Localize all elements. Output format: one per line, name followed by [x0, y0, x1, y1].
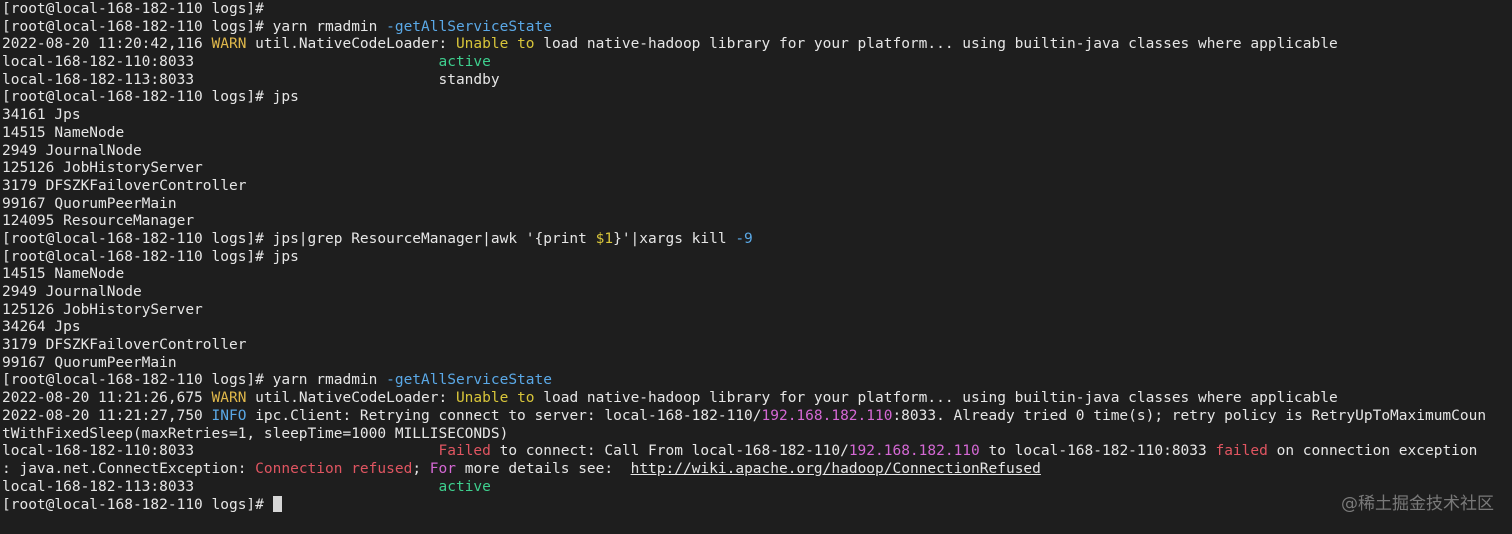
terminal-text: [root@local-168-182-110 logs]# — [2, 497, 273, 514]
terminal-text: $1 — [595, 230, 614, 247]
terminal-text: 124095 ResourceManager — [2, 213, 195, 230]
terminal-text: 125126 JobHistoryServer — [2, 160, 203, 177]
terminal-output: [root@local-168-182-110 logs]# [root@loca… — [2, 1, 1512, 514]
terminal-cursor[interactable] — [272, 496, 282, 513]
terminal-text: load native-hadoop library for your plat… — [534, 390, 1338, 407]
terminal-text: -getAllServiceState — [386, 372, 552, 389]
terminal-line: [root@local-168-182-110 logs]# jps|grep … — [2, 231, 1512, 249]
terminal-line: 34161 Jps — [2, 107, 1512, 125]
terminal-line: local-168-182-110:8033 active — [2, 54, 1512, 72]
terminal-text: Failed — [438, 443, 491, 460]
terminal-text: local-168-182-110:8033 — [2, 54, 439, 71]
terminal-text: 34264 Jps — [2, 319, 81, 336]
terminal-text: [root@local-168-182-110 logs]# — [2, 1, 264, 17]
terminal-line: 99167 QuorumPeerMain — [2, 355, 1512, 373]
terminal-text: 2022-08-20 11:20:42,116 — [2, 36, 212, 53]
terminal-text: Unable — [455, 36, 509, 53]
terminal-text: 14515 NameNode — [2, 124, 125, 141]
terminal-line: 3179 DFSZKFailoverController — [2, 178, 1512, 196]
terminal-line: local-168-182-113:8033 active — [2, 479, 1512, 497]
terminal-line: 34264 Jps — [2, 319, 1512, 337]
terminal-text: failed — [1215, 443, 1268, 460]
terminal-line: [root@local-168-182-110 logs]# — [2, 1, 1512, 19]
terminal-text: 2949 JournalNode — [2, 142, 142, 159]
terminal-text: [root@local-168-182-110 logs]# jps — [2, 248, 299, 265]
terminal-text: to — [517, 36, 535, 53]
terminal-line: 14515 NameNode — [2, 266, 1512, 284]
terminal-line: 99167 QuorumPeerMain — [2, 196, 1512, 214]
terminal-text: -9 — [735, 230, 753, 247]
watermark: @稀土掘金技术社区 — [1341, 494, 1494, 515]
terminal-text: tWithFixedSleep(maxRetries=1, sleepTime=… — [2, 425, 509, 442]
terminal-line: 14515 NameNode — [2, 125, 1512, 143]
terminal-line: [root@local-168-182-110 logs]# jps — [2, 249, 1512, 267]
terminal-text: util.NativeCodeLoader: — [246, 390, 456, 407]
terminal-text: active — [438, 54, 491, 71]
terminal-text: 2022-08-20 11:21:27,750 — [2, 407, 212, 424]
terminal-text: WARN — [211, 390, 247, 407]
terminal-text: local-168-182-113:8033 — [2, 478, 439, 495]
terminal-line: 125126 JobHistoryServer — [2, 160, 1512, 178]
terminal-text: ; — [412, 460, 430, 477]
terminal-line: 124095 ResourceManager — [2, 213, 1512, 231]
terminal-text: 99167 QuorumPeerMain — [2, 354, 177, 371]
terminal-text: active — [438, 478, 491, 495]
terminal-text: WARN — [211, 36, 247, 53]
terminal-text: util.NativeCodeLoader: — [246, 36, 456, 53]
terminal-text: more details see: — [455, 460, 631, 477]
terminal-text: 192.168.182.110 — [848, 443, 980, 460]
terminal-text: INFO — [211, 407, 247, 424]
terminal-text: to local-168-182-110:8033 — [979, 443, 1216, 460]
terminal-text: local-168-182-113:8033 standby — [2, 71, 500, 88]
terminal-text: }'|xargs kill — [613, 230, 736, 247]
terminal-line: : java.net.ConnectException: Connection … — [2, 461, 1512, 479]
terminal-line: [root@local-168-182-110 logs]# yarn rmad… — [2, 372, 1512, 390]
terminal-text: : java.net.ConnectException: — [2, 460, 256, 477]
terminal-text: 34161 Jps — [2, 107, 81, 124]
terminal-text: to — [517, 390, 535, 407]
terminal-text: [root@local-168-182-110 logs]# jps|grep … — [2, 230, 596, 247]
terminal-line: [root@local-168-182-110 logs]# jps — [2, 89, 1512, 107]
terminal-line: 2022-08-20 11:21:27,750 INFO ipc.Client:… — [2, 408, 1512, 426]
terminal-text: Unable — [455, 390, 509, 407]
terminal-text: ipc.Client: Retrying connect to server: … — [246, 407, 762, 424]
terminal-text: :8033. Already tried 0 time(s); retry po… — [892, 407, 1487, 424]
terminal-text: 99167 QuorumPeerMain — [2, 195, 177, 212]
terminal-text: 14515 NameNode — [2, 266, 125, 283]
terminal-line: 125126 JobHistoryServer — [2, 302, 1512, 320]
terminal-text: 2949 JournalNode — [2, 284, 142, 300]
terminal-line: 2022-08-20 11:21:26,675 WARN util.Native… — [2, 390, 1512, 408]
terminal-window[interactable]: [root@local-168-182-110 logs]# [root@loca… — [0, 0, 1512, 534]
terminal-line: local-168-182-110:8033 Failed to connect… — [2, 443, 1512, 461]
terminal-text: [root@local-168-182-110 logs]# yarn rmad… — [2, 372, 387, 389]
terminal-text: 125126 JobHistoryServer — [2, 301, 203, 318]
terminal-text: 192.168.182.110 — [761, 407, 893, 424]
terminal-line: 2949 JournalNode — [2, 284, 1512, 302]
terminal-text: [root@local-168-182-110 logs]# yarn rmad… — [2, 18, 387, 35]
terminal-line: [root@local-168-182-110 logs]# yarn rmad… — [2, 19, 1512, 37]
terminal-text: 2022-08-20 11:21:26,675 — [2, 390, 212, 407]
terminal-text: For — [429, 460, 456, 477]
terminal-text: on connection exception — [1267, 443, 1478, 460]
terminal-text: 3179 DFSZKFailoverController — [2, 337, 247, 354]
terminal-text: local-168-182-110:8033 — [2, 443, 439, 460]
terminal-line: tWithFixedSleep(maxRetries=1, sleepTime=… — [2, 426, 1512, 444]
terminal-text: Connection refused — [255, 460, 413, 477]
terminal-text: -getAllServiceState — [386, 18, 552, 35]
terminal-text: [root@local-168-182-110 logs]# jps — [2, 89, 299, 106]
terminal-text: 3179 DFSZKFailoverController — [2, 177, 247, 194]
terminal-line: 2949 JournalNode — [2, 143, 1512, 161]
terminal-link[interactable]: http://wiki.apache.org/hadoop/Connection… — [631, 461, 1041, 477]
terminal-text: to connect: Call From local-168-182-110/ — [490, 443, 849, 460]
terminal-line: 2022-08-20 11:20:42,116 WARN util.Native… — [2, 36, 1512, 54]
terminal-line: [root@local-168-182-110 logs]# — [2, 496, 1512, 514]
terminal-line: 3179 DFSZKFailoverController — [2, 337, 1512, 355]
terminal-text: load native-hadoop library for your plat… — [534, 36, 1338, 53]
terminal-line: local-168-182-113:8033 standby — [2, 72, 1512, 90]
